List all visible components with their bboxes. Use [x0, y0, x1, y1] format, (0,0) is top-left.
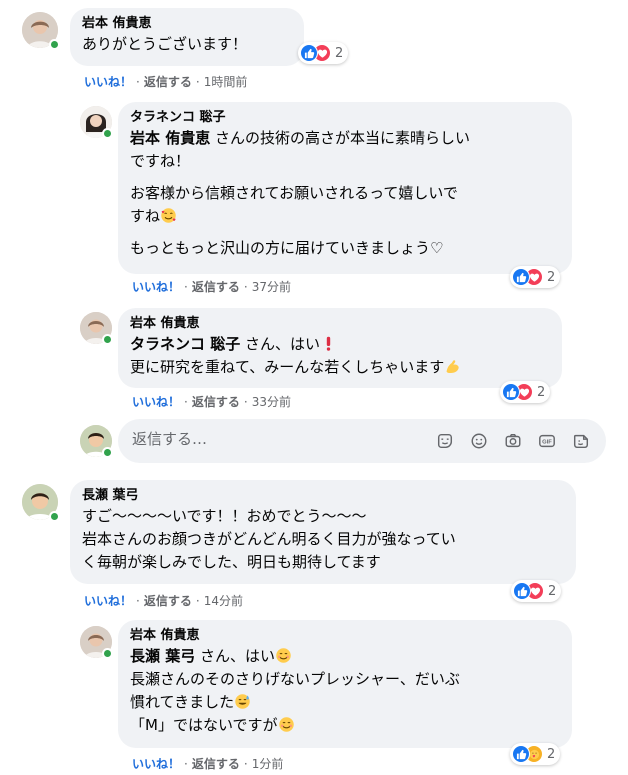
online-status-dot: [102, 128, 113, 139]
emoji-icon[interactable]: [468, 430, 490, 452]
comment-author[interactable]: 岩本 侑貴恵: [130, 315, 550, 333]
like-reaction-icon: [502, 383, 520, 401]
comment-author[interactable]: 岩本 侑貴恵: [130, 627, 560, 645]
sticker-icon[interactable]: [570, 430, 592, 452]
reaction-count: 2: [547, 269, 556, 285]
timestamp[interactable]: 33分前: [252, 395, 291, 409]
smiling-face-icon: [278, 717, 294, 732]
reply-link[interactable]: 返信する: [144, 594, 192, 608]
comment-bubble: 岩本 侑貴恵 ありがとうございます！: [70, 8, 304, 66]
reply-link[interactable]: 返信する: [192, 395, 240, 409]
online-status-dot: [102, 334, 113, 345]
comment-bubble: 岩本 侑貴恵 長瀬 葉弓 さん、はい 長瀬さんのそのさりげないプレッシャー、だい…: [118, 620, 572, 748]
comment-text: さん、はい: [195, 647, 276, 665]
like-link[interactable]: いいね！: [132, 757, 180, 771]
comment-actions: いいね！ · 返信する · 1分前: [132, 757, 284, 771]
comment-text: さんの技術の高さが本当に素晴らしい: [210, 129, 471, 147]
reaction-count: 2: [335, 45, 344, 61]
reaction-count: 2: [537, 384, 546, 400]
reaction-summary[interactable]: 2: [500, 381, 551, 403]
reply-input[interactable]: [132, 430, 412, 448]
like-reaction-icon: [512, 745, 530, 763]
comment-text: 「M」ではないですが: [130, 716, 278, 734]
comment-author[interactable]: 岩本 侑貴恵: [82, 15, 292, 33]
comment-text: もっともっと沢山の方に届けていきましょう♡: [130, 239, 444, 257]
like-link[interactable]: いいね！: [132, 280, 180, 294]
comment-bubble: タラネンコ 聡子 岩本 侑貴恵 さんの技術の高さが本当に素晴らしい ですね！ お…: [118, 102, 572, 274]
sticker-face-icon[interactable]: [434, 430, 456, 452]
like-link[interactable]: いいね！: [132, 395, 180, 409]
online-status-dot: [49, 511, 60, 522]
grinning-sweat-icon: [235, 694, 250, 709]
reply-box: GIF: [118, 419, 606, 463]
like-reaction-icon: [512, 268, 530, 286]
comment-text: すね: [130, 207, 161, 225]
reaction-summary[interactable]: 2: [298, 42, 349, 64]
comment-text: 更に研究を重ねて、みーんな若くしちゃいます: [130, 358, 445, 376]
gif-icon[interactable]: GIF: [536, 430, 558, 452]
comment-text: く毎朝が楽しみでした、明日も期待してます: [82, 553, 381, 571]
comment-text: ですね！: [130, 152, 191, 170]
reaction-count: 2: [548, 583, 557, 599]
mention-link[interactable]: 長瀬 葉弓: [130, 647, 195, 665]
comment-text: 長瀬さんのそのさりげないプレッシャー、だいぶ: [130, 670, 460, 688]
timestamp[interactable]: 37分前: [252, 280, 291, 294]
online-status-dot: [102, 447, 113, 458]
mention-link[interactable]: タラネンコ 聡子: [130, 335, 240, 353]
comment-bubble: 長瀬 葉弓 すご〜〜〜〜いです！！おめでとう〜〜〜 岩本さんのお顔つきがどんどん…: [70, 480, 576, 584]
reaction-summary[interactable]: 2: [510, 266, 561, 288]
reaction-summary[interactable]: 2: [511, 580, 562, 602]
exclamation-mark-icon: [326, 336, 331, 351]
comment-text: お客様から信頼されてお願いされるって嬉しいで: [130, 184, 458, 202]
timestamp[interactable]: 1時間前: [204, 75, 248, 89]
online-status-dot: [49, 39, 60, 50]
like-reaction-icon: [300, 44, 318, 62]
comment-text: 慣れてきました: [130, 693, 235, 711]
reply-link[interactable]: 返信する: [192, 757, 240, 771]
svg-text:GIF: GIF: [542, 440, 552, 446]
flexed-biceps-icon: [446, 360, 459, 374]
smiling-face-icon: [276, 648, 291, 663]
reply-link[interactable]: 返信する: [192, 280, 240, 294]
comment-author[interactable]: 長瀬 葉弓: [82, 487, 564, 505]
comment-author[interactable]: タラネンコ 聡子: [130, 109, 560, 127]
comment-actions: いいね！ · 返信する · 33分前: [132, 395, 291, 409]
reaction-count: 2: [547, 746, 556, 762]
reaction-summary[interactable]: 2: [510, 743, 561, 765]
comment-text: すご〜〜〜〜いです！！おめでとう〜〜〜: [82, 507, 367, 525]
reply-link[interactable]: 返信する: [144, 75, 192, 89]
like-link[interactable]: いいね！: [84, 75, 132, 89]
comment-text: さん、はい: [240, 335, 321, 353]
online-status-dot: [102, 648, 113, 659]
comment-bubble: 岩本 侑貴恵 タラネンコ 聡子 さん、はい 更に研究を重ねて、みーんな若くしちゃ…: [118, 308, 562, 388]
camera-icon[interactable]: [502, 430, 524, 452]
comment-text: ありがとうございます！: [82, 35, 248, 53]
smiling-face-with-hearts-icon: [161, 208, 176, 223]
like-link[interactable]: いいね！: [84, 594, 132, 608]
timestamp[interactable]: 14分前: [204, 594, 243, 608]
comment-actions: いいね！ · 返信する · 37分前: [132, 280, 291, 294]
comment-text: 岩本さんのお顔つきがどんどん明るく目力が強なってい: [82, 530, 456, 548]
mention-link[interactable]: 岩本 侑貴恵: [130, 129, 210, 147]
like-reaction-icon: [513, 582, 531, 600]
comment-actions: いいね！ · 返信する · 1時間前: [84, 75, 248, 89]
timestamp[interactable]: 1分前: [252, 757, 284, 771]
comment-actions: いいね！ · 返信する · 14分前: [84, 594, 243, 608]
